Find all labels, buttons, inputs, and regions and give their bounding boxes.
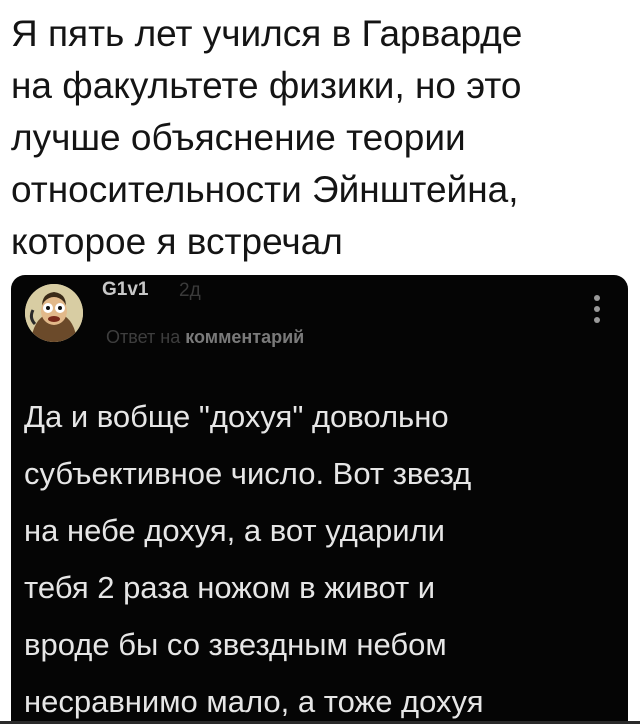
comment-line: тебя 2 раза ножом в живот и [24,570,436,605]
comment-line: на небе дохуя, а вот ударили [24,513,445,548]
caption-line: на факультете физики, но это [11,65,522,106]
comment-author[interactable]: G1v1 [102,279,148,301]
reply-prefix: Ответ на [106,327,181,347]
caption-line: относительности Эйнштейна, [11,169,519,210]
avatar-image [25,284,83,342]
caption-line: лучше объяснение теории [11,117,466,158]
comment-timestamp: 2д [179,280,201,301]
reply-target: комментарий [185,327,305,347]
vertical-dots-menu-icon[interactable] [593,295,601,329]
caption-line: которое я встречал [11,221,343,262]
comment-line: Да и вобще "дохуя" довольно [24,399,449,434]
comment-line: субъективное число. Вот звезд [24,456,472,491]
comment-card: G1v1 2д Ответ на комментарий Да и вобще … [11,275,628,724]
reply-indicator[interactable]: Ответ на комментарий [106,327,304,348]
comment-line: несравнимо мало, а тоже дохуя [24,684,484,719]
post-caption: Я пять лет учился в Гарварде на факульте… [11,8,631,268]
comment-line: вроде бы со звездным небом [24,627,447,662]
comment-body: Да и вобще "дохуя" довольно субъективное… [24,388,624,724]
caption-line: Я пять лет учился в Гарварде [11,13,523,54]
cartoon-character-avatar-icon[interactable] [25,284,83,342]
